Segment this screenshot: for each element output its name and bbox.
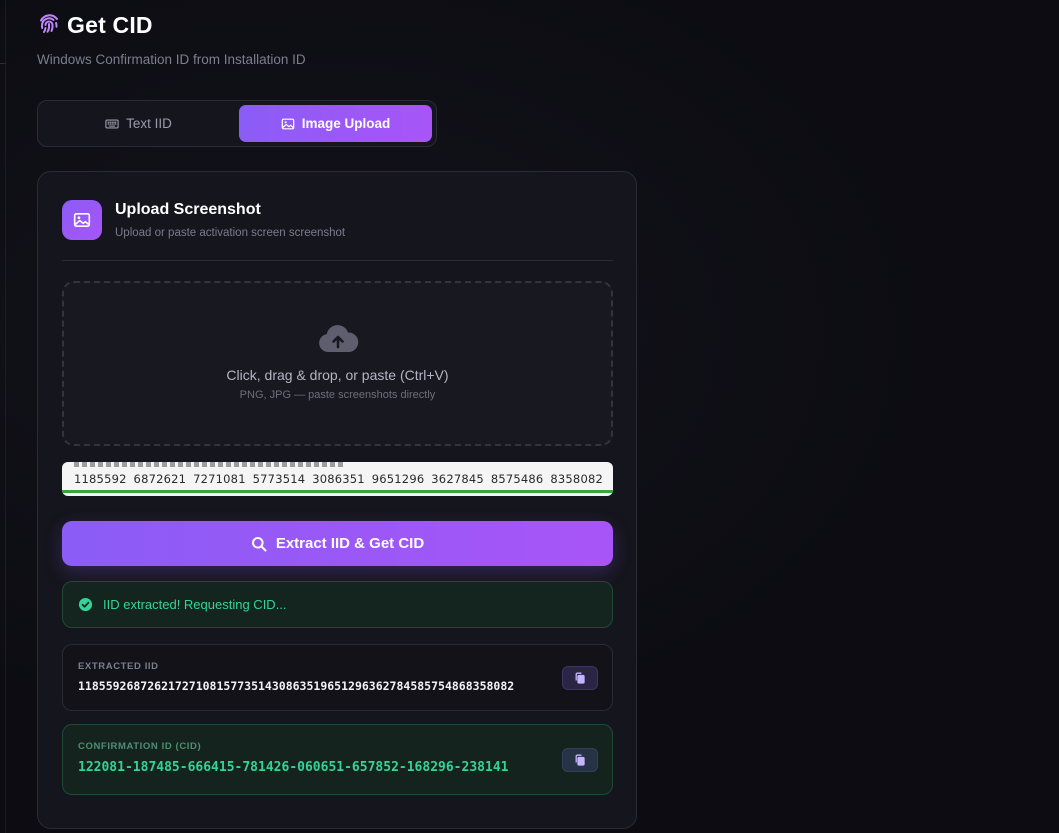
page-title: Get CID: [67, 11, 153, 38]
search-icon: [251, 536, 267, 551]
preview-group: 3086351: [312, 472, 365, 486]
extracted-iid-label: Extracted IID: [78, 661, 159, 672]
card-title: Upload Screenshot: [115, 201, 261, 218]
preview-group: 1185592: [74, 472, 127, 486]
dropzone-hint: PNG, JPG — paste screenshots directly: [239, 389, 436, 401]
preview-green-bar: [62, 490, 613, 493]
copy-cid-button[interactable]: [562, 748, 598, 772]
check-circle-icon: [78, 597, 93, 612]
tab-image-upload[interactable]: Image Upload: [239, 105, 432, 142]
confirmation-id-value: 122081-187485-666415-781426-060651-65785…: [78, 760, 509, 775]
page-subtitle: Windows Confirmation ID from Installatio…: [37, 52, 306, 67]
image-icon: [281, 118, 295, 129]
status-text: IID extracted! Requesting CID...: [103, 597, 287, 612]
tab-text-iid-label: Text IID: [126, 116, 172, 131]
preview-group: 6872621: [133, 472, 187, 486]
upload-dropzone[interactable]: Click, drag & drop, or paste (Ctrl+V) PN…: [62, 281, 613, 446]
status-message: IID extracted! Requesting CID...: [62, 581, 613, 628]
screenshot-preview: 1185592 6872621 7271081 5773514 3086351 …: [62, 462, 613, 496]
copy-iid-button[interactable]: [562, 666, 598, 690]
preview-group: 3627845: [431, 472, 484, 486]
card-icon-badge: [62, 200, 102, 240]
window-edge: [0, 0, 6, 833]
confirmation-id-panel: Confirmation ID (CID) 122081-187485-6664…: [62, 724, 613, 795]
extracted-iid-panel: Extracted IID 11855926872621727108157735…: [62, 644, 613, 711]
upload-card: Upload Screenshot Upload or paste activa…: [37, 171, 637, 829]
preview-blurred-text: [74, 462, 344, 467]
fingerprint-icon: [40, 14, 58, 33]
extract-iid-button-label: Extract IID & Get CID: [275, 535, 425, 552]
cloud-upload-icon: [319, 325, 359, 352]
tab-text-iid[interactable]: Text IID: [42, 105, 235, 142]
dropzone-instructions: Click, drag & drop, or paste (Ctrl+V): [226, 367, 449, 383]
copy-icon: [575, 754, 585, 766]
preview-group: 8358082: [550, 472, 603, 486]
preview-group: 5773514: [252, 472, 306, 486]
page-header: Get CID Windows Confirmation ID from Ins…: [37, 10, 306, 68]
confirmation-id-label: Confirmation ID (CID): [78, 741, 202, 752]
card-header: Upload Screenshot Upload or paste activa…: [62, 200, 345, 240]
app-root: Get CID Windows Confirmation ID from Ins…: [0, 0, 1059, 833]
tab-image-upload-label: Image Upload: [301, 116, 391, 131]
preview-group: 9651296: [371, 472, 425, 486]
preview-group: 8575486: [490, 472, 544, 486]
card-subtitle: Upload or paste activation screen screen…: [115, 227, 346, 239]
copy-icon: [575, 672, 585, 684]
extract-iid-button[interactable]: Extract IID & Get CID: [62, 521, 613, 566]
preview-digit-groups: 1185592 6872621 7271081 5773514 3086351 …: [74, 472, 603, 486]
keyboard-icon: [105, 118, 119, 129]
card-divider: [62, 260, 613, 261]
image-icon: [73, 213, 91, 227]
mode-tabs: Text IID Image Upload: [37, 100, 437, 147]
extracted-iid-value: 1185592687262172710815773514308635196512…: [78, 679, 515, 693]
preview-group: 7271081: [193, 472, 246, 486]
